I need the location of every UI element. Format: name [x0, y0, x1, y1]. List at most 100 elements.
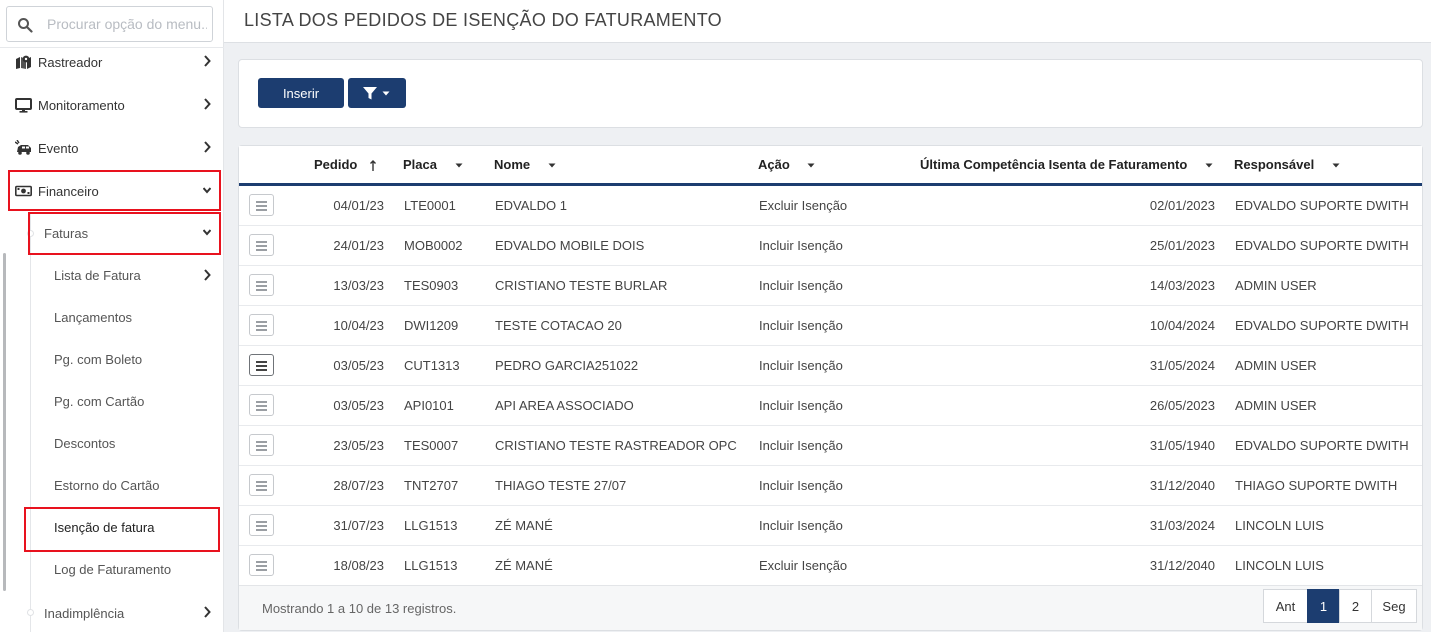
sidebar-item-pg-boleto[interactable]: Pg. com Boleto	[0, 339, 224, 381]
cell-pedido: 03/05/23	[333, 358, 384, 373]
row-menu-button[interactable]	[249, 354, 274, 376]
row-menu-button[interactable]	[249, 394, 274, 416]
cell-nome: EDVALDO MOBILE DOIS	[495, 238, 645, 253]
cell-placa: LTE0001	[404, 198, 456, 213]
hamburger-icon	[256, 565, 267, 567]
sidebar-item-inadimplencia[interactable]: Inadimplência	[0, 592, 224, 632]
hamburger-icon	[256, 449, 267, 451]
table-row: 03/05/23 CUT1313 PEDRO GARCIA251022 Incluir…	[239, 346, 1422, 386]
column-header-responsavel[interactable]: Responsável	[1234, 157, 1340, 172]
cell-responsavel: EDVALDO SUPORTE DWITH	[1235, 198, 1409, 213]
hamburger-icon	[256, 525, 267, 527]
cell-placa: TNT2707	[404, 478, 459, 493]
monitor-icon	[15, 98, 32, 113]
hamburger-icon	[256, 285, 267, 287]
search-icon	[18, 18, 33, 33]
sidebar-item-financeiro[interactable]: Financeiro	[0, 170, 224, 212]
sidebar-item-isencao-fatura[interactable]: Isenção de fatura	[0, 507, 224, 549]
cell-acao: Incluir Isenção	[759, 438, 843, 453]
table-footer: Mostrando 1 a 10 de 13 registros.	[239, 585, 1422, 630]
sidebar-item-lancamentos[interactable]: Lançamentos	[0, 297, 224, 339]
hamburger-icon	[256, 561, 267, 563]
menu-search[interactable]	[6, 6, 213, 42]
cell-nome: CRISTIANO TESTE BURLAR	[495, 278, 668, 293]
column-header-acao[interactable]: Ação	[758, 157, 815, 172]
sidebar-item-faturas[interactable]: Faturas	[0, 212, 224, 254]
cell-nome: TESTE COTACAO 20	[495, 318, 622, 333]
table-row: 03/05/23 API0101 API AREA ASSOCIADO Incluir…	[239, 386, 1422, 426]
sidebar-item-pg-cartao[interactable]: Pg. com Cartão	[0, 381, 224, 423]
cell-responsavel: ADMIN USER	[1235, 358, 1317, 373]
row-menu-button[interactable]	[249, 474, 274, 496]
sidebar-item-label: Isenção de fatura	[54, 520, 155, 535]
divider	[224, 42, 1431, 43]
row-menu-button[interactable]	[249, 194, 274, 216]
insert-button[interactable]: Inserir	[258, 78, 344, 108]
sidebar-item-evento[interactable]: Evento	[0, 127, 224, 169]
pagination-prev[interactable]: Ant	[1263, 589, 1308, 623]
column-label: Nome	[494, 157, 531, 172]
sidebar-item-descontos[interactable]: Descontos	[0, 423, 224, 465]
sidebar-item-label: Inadimplência	[44, 606, 125, 621]
sidebar-item-lista-de-fatura[interactable]: Lista de Fatura	[0, 255, 224, 297]
column-label: Ação	[758, 157, 790, 172]
cell-pedido: 04/01/23	[333, 198, 384, 213]
hamburger-icon	[256, 521, 267, 523]
sidebar-item-label: Pg. com Boleto	[54, 352, 143, 367]
caret-down-icon	[382, 91, 390, 96]
money-bill-icon	[15, 185, 32, 197]
pagination-page-1[interactable]: 1	[1307, 589, 1340, 623]
cell-responsavel: EDVALDO SUPORTE DWITH	[1235, 438, 1409, 453]
pagination-page-2[interactable]: 2	[1339, 589, 1372, 623]
table-row: 13/03/23 TES0903 CRISTIANO TESTE BURLAR Inc…	[239, 266, 1422, 306]
cell-acao: Incluir Isenção	[759, 478, 843, 493]
chevron-right-icon	[204, 141, 211, 153]
cell-ultima-competencia: 31/12/2040	[1149, 558, 1215, 573]
cell-placa: API0101	[404, 398, 454, 413]
sidebar-item-estorno-cartao[interactable]: Estorno do Cartão	[0, 465, 224, 507]
chevron-right-icon	[204, 269, 211, 281]
cell-responsavel: LINCOLN LUIS	[1235, 558, 1324, 573]
cell-nome: CRISTIANO TESTE RASTREADOR OPC	[495, 438, 737, 453]
cell-pedido: 10/04/23	[333, 318, 384, 333]
cell-responsavel: LINCOLN LUIS	[1235, 518, 1324, 533]
filter-button[interactable]	[348, 78, 406, 108]
column-label: Última Competência Isenta de Faturamento	[920, 157, 1188, 172]
caret-down-icon	[807, 163, 815, 168]
column-label: Placa	[403, 157, 437, 172]
hamburger-icon	[256, 441, 267, 443]
sidebar-item-label: Faturas	[44, 226, 89, 241]
column-header-pedido[interactable]: Pedido	[314, 157, 377, 172]
cell-ultima-competencia: 31/05/2024	[1149, 358, 1215, 373]
sidebar-item-label: Estorno do Cartão	[54, 478, 160, 493]
search-input[interactable]	[47, 13, 207, 35]
pagination-next[interactable]: Seg	[1371, 589, 1417, 623]
table-row: 31/07/23 LLG1513 ZÉ MANÉ Incluir Isenção 31/…	[239, 506, 1422, 546]
sidebar-item-rastreador[interactable]: Rastreador	[0, 41, 224, 83]
row-menu-button[interactable]	[249, 274, 274, 296]
column-header-placa[interactable]: Placa	[403, 157, 463, 172]
row-menu-button[interactable]	[249, 514, 274, 536]
caret-down-icon	[455, 163, 463, 168]
column-header-ultima-competencia[interactable]: Última Competência Isenta de Faturamento	[920, 157, 1213, 172]
column-header-nome[interactable]: Nome	[494, 157, 556, 172]
row-menu-button[interactable]	[249, 234, 274, 256]
chevron-right-icon	[204, 98, 211, 110]
hamburger-icon	[256, 249, 267, 251]
sidebar-item-label: Lista de Fatura	[54, 268, 141, 283]
records-info: Mostrando 1 a 10 de 13 registros.	[262, 601, 457, 616]
cell-pedido: 23/05/23	[333, 438, 384, 453]
sidebar-item-monitoramento[interactable]: Monitoramento	[0, 84, 224, 126]
cell-responsavel: EDVALDO SUPORTE DWITH	[1235, 318, 1409, 333]
sidebar-item-log-faturamento[interactable]: Log de Faturamento	[0, 549, 224, 591]
sidebar-item-label: Log de Faturamento	[54, 562, 172, 577]
hamburger-icon	[256, 401, 267, 403]
cell-responsavel: THIAGO SUPORTE DWITH	[1235, 478, 1398, 493]
row-menu-button[interactable]	[249, 554, 274, 576]
hamburger-icon	[256, 205, 267, 207]
hamburger-icon	[256, 241, 267, 243]
row-menu-button[interactable]	[249, 434, 274, 456]
cell-ultima-competencia: 25/01/2023	[1149, 238, 1215, 253]
row-menu-button[interactable]	[249, 314, 274, 336]
table-row: 10/04/23 DWI1209 TESTE COTACAO 20 Incluir I…	[239, 306, 1422, 346]
